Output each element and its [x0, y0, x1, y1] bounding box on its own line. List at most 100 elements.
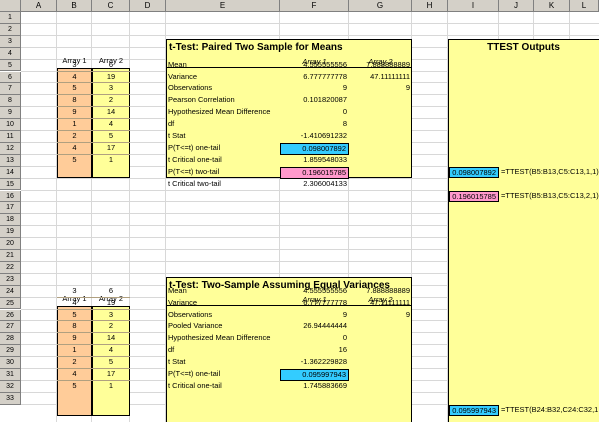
column-header-b[interactable]: B [57, 0, 92, 12]
stat-value-array1[interactable]: 0.098007892 [280, 142, 349, 155]
row-header[interactable]: 3 [0, 35, 21, 48]
stat-value-array2[interactable] [349, 321, 412, 333]
stat-value-array1[interactable]: 4.555555556 [280, 60, 349, 72]
stat-value-array2[interactable]: 47.11111111 [349, 298, 412, 310]
stat-value-array1[interactable]: 1.745883669 [280, 381, 349, 393]
stat-value-array2[interactable] [349, 131, 412, 143]
row-header[interactable]: 23 [0, 273, 21, 286]
stat-value-array2[interactable]: 9 [349, 310, 412, 322]
stat-value-array1[interactable]: 9 [280, 310, 349, 322]
column-header-i[interactable]: I [448, 0, 499, 12]
stat-value-array1[interactable]: 1.859548033 [280, 155, 349, 167]
stat-value-array2[interactable] [349, 179, 412, 191]
column-header-e[interactable]: E [166, 0, 280, 12]
row-header[interactable]: 18 [0, 214, 21, 227]
column-header-j[interactable]: J [499, 0, 534, 12]
row-header[interactable]: 1 [0, 12, 21, 24]
stat-value-array2[interactable] [349, 155, 412, 167]
ttest-output-2-value[interactable]: 0.196015785 [449, 191, 499, 202]
stat-label: Pooled Variance [168, 321, 223, 331]
row-header[interactable]: 32 [0, 380, 21, 393]
stat-value-array2[interactable]: 9 [349, 83, 412, 95]
stat-value-array1[interactable]: 0.196015785 [280, 166, 349, 179]
array1-cell[interactable]: 5 [57, 381, 92, 393]
row-header[interactable]: 24 [0, 285, 21, 298]
row-header[interactable]: 4 [0, 47, 21, 60]
column-header-h[interactable]: H [412, 0, 448, 12]
row-header[interactable]: 13 [0, 154, 21, 167]
row-header[interactable]: 12 [0, 142, 21, 155]
array2-cell[interactable]: 1 [92, 381, 130, 393]
array2-cell[interactable]: 1 [92, 155, 130, 167]
stat-label: Pearson Correlation [168, 95, 235, 105]
row-header[interactable]: 11 [0, 131, 21, 143]
column-header-l[interactable]: L [570, 0, 599, 12]
row-header[interactable]: 33 [0, 392, 21, 405]
stat-value-array1[interactable]: 6.777777778 [280, 298, 349, 310]
stat-value-array1[interactable]: 0.095997943 [280, 369, 349, 381]
ttest-output-1-value[interactable]: 0.098007892 [449, 167, 499, 178]
array1-cell[interactable]: 5 [57, 155, 92, 167]
row-header[interactable]: 8 [0, 95, 21, 108]
stat-value-array1[interactable]: 2.306004133 [280, 179, 349, 191]
row-header[interactable]: 20 [0, 238, 21, 250]
column-header-g[interactable]: G [349, 0, 412, 12]
row-header[interactable]: 21 [0, 250, 21, 262]
stat-value-array2[interactable] [349, 357, 412, 369]
stat-value-array2[interactable] [349, 333, 412, 345]
stat-value-array1[interactable]: 0 [280, 107, 349, 119]
row-header[interactable]: 27 [0, 321, 21, 334]
row-header[interactable]: 31 [0, 369, 21, 381]
row-header[interactable]: 14 [0, 166, 21, 179]
row-header[interactable]: 29 [0, 345, 21, 358]
stat-value-array1[interactable]: -1.362229828 [280, 357, 349, 369]
stat-value-array1[interactable]: 26.94444444 [280, 321, 349, 333]
row-header[interactable]: 16 [0, 190, 21, 203]
stat-value-array1[interactable]: 6.777777778 [280, 72, 349, 84]
stat-value-array2[interactable] [349, 381, 412, 393]
stat-label: Mean [168, 285, 187, 295]
row-header[interactable]: 22 [0, 261, 21, 274]
column-header-a[interactable]: A [21, 0, 57, 12]
row-header[interactable]: 26 [0, 309, 21, 322]
stat-value-array1[interactable]: 0.101820087 [280, 95, 349, 107]
stat-label: Hypothesized Mean Difference [168, 107, 271, 117]
stat-value-array2[interactable] [349, 107, 412, 119]
stat-value-array2[interactable]: 47.11111111 [349, 72, 412, 84]
column-header-f[interactable]: F [280, 0, 349, 12]
stat-label: Observations [168, 309, 213, 319]
row-header[interactable]: 7 [0, 83, 21, 96]
stat-value-array2[interactable] [349, 143, 412, 155]
row-header[interactable]: 30 [0, 357, 21, 369]
row-header[interactable]: 2 [0, 23, 21, 36]
row-header[interactable]: 6 [0, 71, 21, 84]
stat-value-array1[interactable]: 8 [280, 119, 349, 131]
row-header[interactable]: 17 [0, 202, 21, 215]
stat-value-array2[interactable] [349, 369, 412, 381]
stat-value-array1[interactable]: 4.555555556 [280, 286, 349, 298]
row-header[interactable]: 9 [0, 107, 21, 120]
column-header-k[interactable]: K [534, 0, 570, 12]
row-header[interactable]: 19 [0, 226, 21, 239]
row-header[interactable]: 15 [0, 178, 21, 191]
stat-value-array2[interactable] [349, 345, 412, 357]
stat-value-array1[interactable]: 16 [280, 345, 349, 357]
stat-value-array2[interactable] [349, 95, 412, 107]
stat-value-array2[interactable] [349, 119, 412, 131]
stat-value-array1[interactable]: 0 [280, 333, 349, 345]
row-header[interactable]: 28 [0, 333, 21, 346]
stat-value-array2[interactable]: 7.888888889 [349, 60, 412, 72]
stat-value-array1[interactable]: 9 [280, 83, 349, 95]
row-header[interactable]: 10 [0, 119, 21, 131]
ttest-output-3-value[interactable]: 0.095997943 [449, 405, 499, 416]
column-header-c[interactable]: C [92, 0, 130, 12]
select-all-corner[interactable] [0, 0, 21, 12]
stat-value-array2[interactable] [349, 167, 412, 179]
stat-label: P(T<=t) two-tail [168, 166, 220, 176]
spreadsheet-grid[interactable]: A B C D E F G H I J K L 1 2 3 4 5 6 7 8 9 10 11 12 1… [0, 0, 599, 422]
row-header[interactable]: 5 [0, 59, 21, 72]
row-header[interactable]: 25 [0, 297, 21, 310]
stat-value-array1[interactable]: -1.410691232 [280, 131, 349, 143]
column-header-d[interactable]: D [130, 0, 166, 12]
stat-value-array2[interactable]: 7.888888889 [349, 286, 412, 298]
